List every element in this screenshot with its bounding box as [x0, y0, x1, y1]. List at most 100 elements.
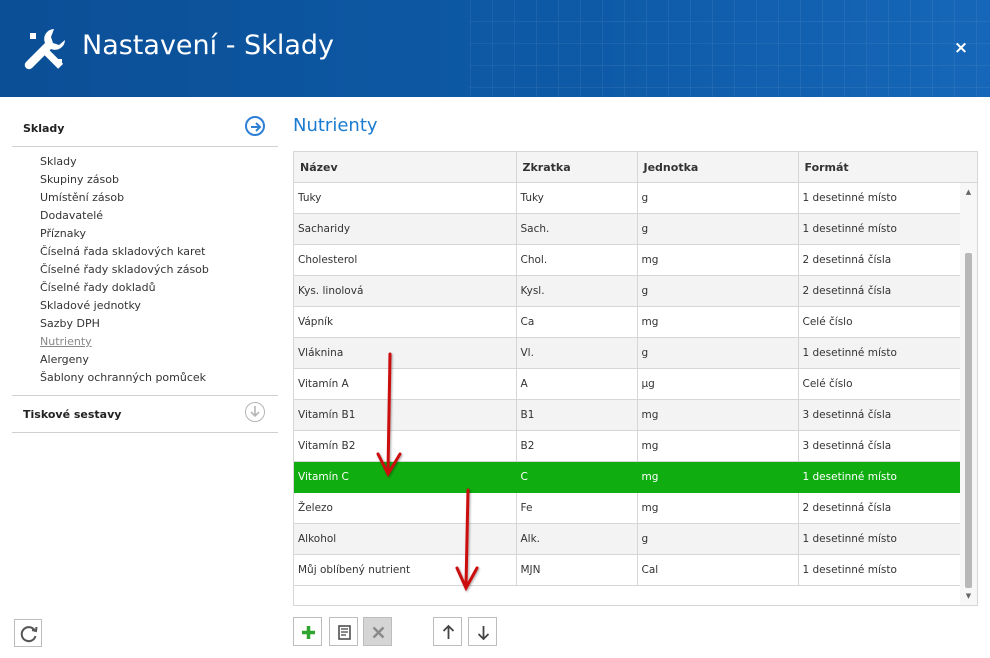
cell-nazev[interactable]: Vitamín B2: [294, 430, 517, 462]
cell-nazev[interactable]: Tuky: [294, 182, 517, 214]
sidebar-section-tiskove-sestavy[interactable]: Tiskové sestavy: [12, 396, 278, 433]
vertical-scrollbar[interactable]: ▲ ▼: [960, 183, 977, 605]
scroll-down-icon[interactable]: ▼: [960, 589, 977, 603]
cell-zkratka[interactable]: B1: [516, 399, 638, 431]
table-row[interactable]: Můj oblíbený nutrient MJN Cal 1 desetinné m…: [294, 554, 961, 586]
cell-nazev[interactable]: Vláknina: [294, 337, 517, 369]
cell-nazev[interactable]: Vitamín B1: [294, 399, 517, 431]
cell-nazev[interactable]: Vápník: [294, 306, 517, 338]
cell-nazev[interactable]: Vitamín C: [294, 461, 517, 493]
table-row[interactable]: Vláknina Vl. g 1 desetinné místo: [294, 337, 961, 369]
cell-format[interactable]: 3 desetinná čísla: [798, 399, 961, 431]
add-button[interactable]: [293, 617, 322, 646]
cell-jednotka[interactable]: g: [637, 337, 799, 369]
cell-zkratka[interactable]: Tuky: [516, 182, 638, 214]
table-row[interactable]: Alkohol Alk. g 1 desetinné místo: [294, 523, 961, 555]
column-header-nazev[interactable]: Název: [294, 152, 517, 183]
cell-format[interactable]: 1 desetinné místo: [798, 554, 961, 586]
cell-jednotka[interactable]: mg: [637, 399, 799, 431]
cell-format[interactable]: 1 desetinné místo: [798, 523, 961, 555]
sidebar-item-priznaky[interactable]: Příznaky: [40, 225, 278, 243]
sidebar-item-skladove-jednotky[interactable]: Skladové jednotky: [40, 297, 278, 315]
cell-zkratka[interactable]: C: [516, 461, 638, 493]
cell-jednotka[interactable]: mg: [637, 244, 799, 276]
close-icon[interactable]: ×: [952, 39, 970, 57]
cell-format[interactable]: 2 desetinná čísla: [798, 492, 961, 524]
cell-nazev[interactable]: Můj oblíbený nutrient: [294, 554, 517, 586]
arrow-right-circle-icon[interactable]: [245, 116, 265, 136]
cell-format[interactable]: Celé číslo: [798, 306, 961, 338]
cell-zkratka[interactable]: Alk.: [516, 523, 638, 555]
cell-format[interactable]: 1 desetinné místo: [798, 182, 961, 214]
table-row[interactable]: Vitamín B1 B1 mg 3 desetinná čísla: [294, 399, 961, 431]
cell-nazev[interactable]: Cholesterol: [294, 244, 517, 276]
cell-nazev[interactable]: Železo: [294, 492, 517, 524]
move-down-button[interactable]: [468, 617, 497, 646]
cell-jednotka[interactable]: mg: [637, 430, 799, 462]
cell-zkratka[interactable]: MJN: [516, 554, 638, 586]
cell-format[interactable]: 1 desetinné místo: [798, 461, 961, 493]
cell-format[interactable]: 2 desetinná čísla: [798, 275, 961, 307]
table-row[interactable]: Vitamín C Cmg 1 desetinné místo: [294, 461, 961, 493]
cell-zkratka[interactable]: Sach.: [516, 213, 638, 245]
scrollbar-thumb[interactable]: [965, 253, 972, 588]
cell-zkratka[interactable]: Chol.: [516, 244, 638, 276]
table-row[interactable]: Tuky Tuky g 1 desetinné místo: [294, 182, 961, 214]
sidebar-item-ciselne-rady-dokladu[interactable]: Číselné řady dokladů: [40, 279, 278, 297]
arrow-down-circle-icon[interactable]: [245, 402, 265, 422]
cell-zkratka[interactable]: Vl.: [516, 337, 638, 369]
sidebar-item-nutrienty[interactable]: Nutrienty: [40, 333, 278, 351]
sidebar-item-ciselna-rada-karet[interactable]: Číselná řada skladových karet: [40, 243, 278, 261]
column-header-format[interactable]: Formát: [798, 152, 961, 183]
edit-button[interactable]: [329, 617, 358, 646]
cell-zkratka[interactable]: Ca: [516, 306, 638, 338]
table-row[interactable]: Vitamín B2 B2 mg 3 desetinná čísla: [294, 430, 961, 462]
cell-nazev[interactable]: Sacharidy: [294, 213, 517, 245]
cell-zkratka[interactable]: A: [516, 368, 638, 400]
refresh-icon: [20, 626, 38, 643]
table-row[interactable]: Sacharidy Sach. g 1 desetinné místo: [294, 213, 961, 245]
sidebar-item-umisteni-zasob[interactable]: Umístění zásob: [40, 189, 278, 207]
cell-format[interactable]: 1 desetinné místo: [798, 337, 961, 369]
cell-jednotka[interactable]: g: [637, 523, 799, 555]
cell-jednotka[interactable]: mg: [637, 306, 799, 338]
sidebar-item-alergeny[interactable]: Alergeny: [40, 351, 278, 369]
cell-zkratka[interactable]: B2: [516, 430, 638, 462]
cell-jednotka[interactable]: mg: [637, 492, 799, 524]
sidebar-item-dodavatele[interactable]: Dodavatelé: [40, 207, 278, 225]
cell-format[interactable]: 1 desetinné místo: [798, 213, 961, 245]
table-row[interactable]: Cholesterol Chol. mg 2 desetinná čísla: [294, 244, 961, 276]
column-header-zkratka[interactable]: Zkratka: [516, 152, 638, 183]
sidebar-item-sazby-dph[interactable]: Sazby DPH: [40, 315, 278, 333]
cell-zkratka[interactable]: Fe: [516, 492, 638, 524]
refresh-button[interactable]: [14, 619, 42, 647]
cell-zkratka[interactable]: Kysl.: [516, 275, 638, 307]
sidebar-item-skupiny-zasob[interactable]: Skupiny zásob: [40, 171, 278, 189]
cell-jednotka[interactable]: µg: [637, 368, 799, 400]
arrow-down-icon: [477, 626, 490, 641]
delete-button[interactable]: [363, 617, 392, 646]
scroll-up-icon[interactable]: ▲: [960, 185, 977, 199]
cell-nazev[interactable]: Alkohol: [294, 523, 517, 555]
table-row[interactable]: Vápník Ca mg Celé číslo: [294, 306, 961, 338]
cell-format[interactable]: 2 desetinná čísla: [798, 244, 961, 276]
cell-jednotka[interactable]: mg: [637, 461, 799, 493]
column-header-jednotka[interactable]: Jednotka: [637, 152, 799, 183]
cell-nazev[interactable]: Vitamín A: [294, 368, 517, 400]
sidebar-item-sklady[interactable]: Sklady: [40, 153, 278, 171]
table-row[interactable]: Vitamín A Aµg Celé číslo: [294, 368, 961, 400]
header-pattern: [470, 0, 990, 97]
move-up-button[interactable]: [433, 617, 462, 646]
table-row[interactable]: Kys. linolová Kysl. g 2 desetinná čísla: [294, 275, 961, 307]
table-row[interactable]: Železo Fe mg 2 desetinná čísla: [294, 492, 961, 524]
cell-jednotka[interactable]: g: [637, 213, 799, 245]
cell-jednotka[interactable]: g: [637, 275, 799, 307]
sidebar-item-sablony[interactable]: Šablony ochranných pomůcek: [40, 369, 278, 387]
cell-nazev[interactable]: Kys. linolová: [294, 275, 517, 307]
cell-jednotka[interactable]: Cal: [637, 554, 799, 586]
cell-format[interactable]: 3 desetinná čísla: [798, 430, 961, 462]
sidebar-section-sklady[interactable]: Sklady: [12, 110, 278, 147]
cell-jednotka[interactable]: g: [637, 182, 799, 214]
cell-format[interactable]: Celé číslo: [798, 368, 961, 400]
sidebar-item-ciselne-rady-zasob[interactable]: Číselné řady skladových zásob: [40, 261, 278, 279]
